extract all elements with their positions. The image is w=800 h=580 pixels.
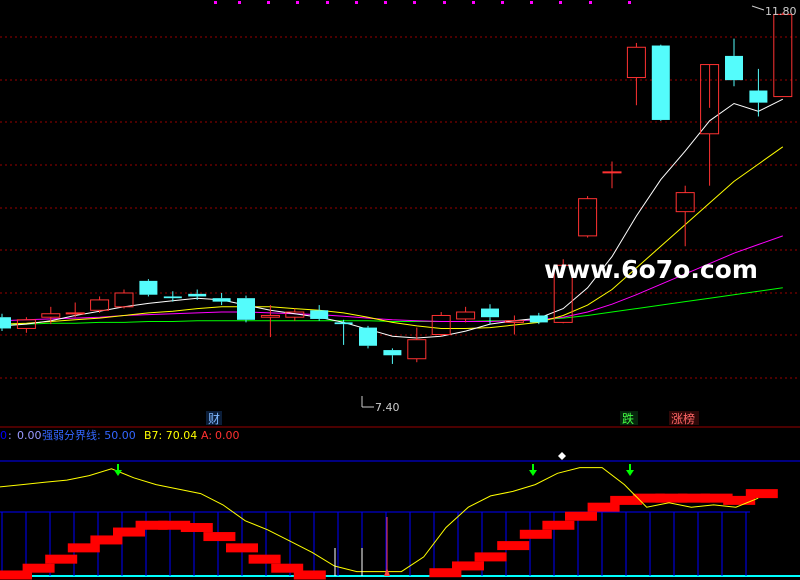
top-dot xyxy=(384,1,387,4)
candle-body-down xyxy=(481,308,499,318)
candle-body-down xyxy=(0,317,11,329)
top-dot xyxy=(530,1,533,4)
candle-body-up xyxy=(65,312,85,315)
indicator-item1-value: 0.00 xyxy=(17,429,42,442)
step-bar xyxy=(519,529,552,539)
candle-body-up xyxy=(602,171,622,174)
step-bar xyxy=(180,523,213,533)
step-bar xyxy=(497,541,530,551)
top-dot xyxy=(589,1,592,4)
candle-body-down xyxy=(749,90,768,103)
top-dot xyxy=(443,1,446,4)
stock-chart: 11.80 7.40 www.6o7o.com 财 跌 涨榜 0 : 0.00 … xyxy=(0,0,800,580)
top-dot xyxy=(267,1,270,4)
step-bar xyxy=(226,543,258,553)
step-bar xyxy=(22,563,55,573)
step-bar xyxy=(452,561,484,571)
marker-cai[interactable]: 财 xyxy=(208,412,220,426)
indicator-item4-value: 0.00 xyxy=(215,429,240,442)
candle-body-down xyxy=(163,296,182,299)
candle-body-down xyxy=(725,55,743,81)
low-price-label: 7.40 xyxy=(375,401,400,414)
indicator-item1-sep: : xyxy=(8,429,12,442)
candle-body-down xyxy=(334,322,353,325)
indicator-item4-label: A: xyxy=(201,429,212,442)
top-dot xyxy=(501,1,504,4)
top-dot xyxy=(326,1,329,4)
candle-body-down xyxy=(237,298,255,320)
indicator-item1-label: 0 xyxy=(0,429,7,442)
top-dot xyxy=(628,1,631,4)
candle-body-down xyxy=(188,293,207,297)
top-dot xyxy=(472,1,475,4)
top-dot xyxy=(413,1,416,4)
watermark-text: www.6o7o.com xyxy=(544,255,758,284)
step-bar xyxy=(293,570,326,580)
top-dot xyxy=(296,1,299,4)
indicator-item2: 强弱分界线: 50.00 xyxy=(42,428,136,442)
step-bar xyxy=(565,511,597,521)
step-bar xyxy=(745,489,778,499)
top-dot xyxy=(355,1,358,4)
step-bar xyxy=(203,532,236,542)
candle-body-down xyxy=(139,280,158,295)
step-bar xyxy=(248,554,281,564)
marker-die[interactable]: 跌 xyxy=(622,411,634,426)
top-dot xyxy=(559,1,562,4)
step-bar xyxy=(474,552,507,562)
step-bar xyxy=(67,543,100,553)
step-bar xyxy=(542,520,575,530)
candle-body-down xyxy=(212,298,231,302)
candle-body-down xyxy=(359,327,377,346)
top-dot xyxy=(238,1,241,4)
candle-body-down xyxy=(529,315,548,323)
top-dot xyxy=(214,1,217,4)
chart-background xyxy=(0,0,800,580)
candle-body-down xyxy=(310,310,329,319)
indicator-item3: B7: 70.04 xyxy=(144,429,197,442)
candle-body-down xyxy=(383,350,402,356)
step-bar xyxy=(90,535,123,545)
candle-body-down xyxy=(651,45,670,120)
step-bar xyxy=(45,554,78,564)
marker-zhangting[interactable]: 涨榜 xyxy=(671,411,695,426)
high-price-label: 11.80 xyxy=(765,5,797,18)
indicator-header: 0 : 0.00 强弱分界线: 50.00 B7: 70.04 A: 0.00 xyxy=(0,428,240,442)
